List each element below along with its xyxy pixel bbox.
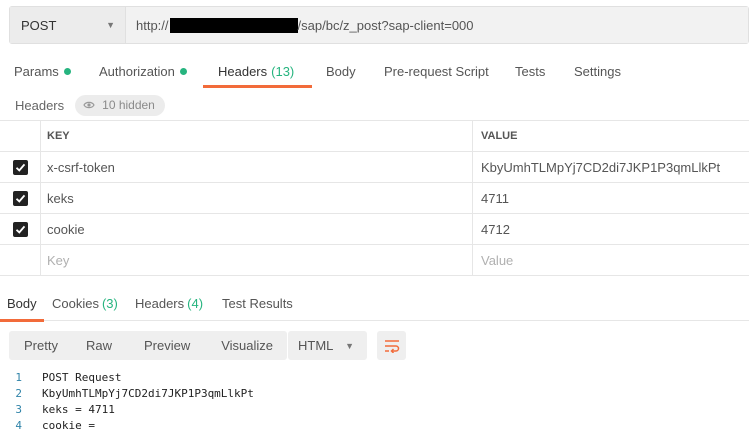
url-prefix: http:// [136, 17, 169, 33]
row-checkbox-cell [0, 245, 41, 275]
line-number: 3 [15, 403, 22, 416]
hidden-headers-toggle[interactable]: 10 hidden [75, 94, 165, 116]
tab-pre-request-script-label: Pre-request Script [384, 64, 489, 79]
value-column-header: VALUE [481, 130, 518, 142]
line-number: 2 [15, 387, 22, 400]
request-url-bar: POST ▼ http:// /sap/bc/z_post?sap-client=… [9, 6, 749, 44]
tab-params[interactable]: Params [14, 58, 71, 88]
row-checkbox-cell [0, 214, 41, 244]
status-dot-icon [179, 68, 187, 75]
response-tab-body[interactable]: Body [0, 291, 44, 322]
tab-pre-request-script[interactable]: Pre-request Script [384, 58, 489, 88]
table-row: keks 4711 [0, 183, 749, 214]
row-checkbox-cell [0, 183, 41, 213]
checkmark-icon [15, 225, 25, 234]
tab-headers-count: (13) [271, 64, 295, 79]
chevron-down-icon: ▼ [106, 20, 115, 30]
raw-button[interactable]: Raw [73, 331, 126, 360]
line-text: POST Request [42, 371, 122, 384]
method-select[interactable]: POST ▼ [10, 7, 126, 43]
row-checkbox-cell [0, 152, 41, 182]
key-column-header: KEY [41, 121, 473, 151]
new-value-input[interactable]: Value [473, 245, 749, 275]
tab-params-label: Params [14, 64, 59, 79]
response-tab-headers-count: (4) [187, 296, 204, 311]
checkmark-icon [15, 194, 25, 203]
hidden-count-label: 10 hidden [102, 98, 155, 112]
headers-table: KEY VALUE x-csrf-token KbyUmhTLMpYj7CD2d… [0, 120, 749, 276]
table-header-row: KEY VALUE [0, 121, 749, 152]
url-input[interactable]: http:// /sap/bc/z_post?sap-client=000 [126, 7, 748, 43]
response-tab-test-results-label: Test Results [222, 296, 293, 311]
pretty-button[interactable]: Pretty [9, 331, 73, 360]
header-value-cell[interactable]: KbyUmhTLMpYj7CD2di7JKP1P3qmLlkPt [473, 152, 749, 182]
response-tab-headers[interactable]: Headers (4) [135, 291, 203, 321]
wrap-lines-button[interactable] [377, 331, 406, 360]
checkmark-icon [15, 163, 25, 172]
table-row: cookie 4712 [0, 214, 749, 245]
tab-body[interactable]: Body [326, 58, 356, 88]
new-header-row: Key Value [0, 245, 749, 276]
code-line: 3 keks = 4711 [0, 402, 749, 418]
line-text: KbyUmhTLMpYj7CD2di7JKP1P3qmLlkPt [42, 387, 254, 400]
header-value-cell[interactable]: 4712 [473, 214, 749, 244]
code-line: 2 KbyUmhTLMpYj7CD2di7JKP1P3qmLlkPt [0, 386, 749, 402]
status-dot-icon [63, 68, 71, 75]
tab-headers[interactable]: Headers (13) [202, 58, 313, 88]
line-text: keks = 4711 [42, 403, 115, 416]
method-label: POST [21, 17, 57, 33]
headers-subheader: Headers 10 hidden [15, 94, 165, 116]
format-toolbar: Pretty Raw Preview Visualize [9, 331, 288, 360]
preview-button[interactable]: Preview [126, 331, 203, 360]
response-tab-headers-label: Headers [135, 296, 185, 311]
tab-tests[interactable]: Tests [515, 58, 545, 88]
headers-title: Headers [15, 97, 65, 113]
tab-settings[interactable]: Settings [574, 58, 621, 88]
chevron-down-icon: ▼ [345, 340, 354, 351]
row-checkbox[interactable] [12, 190, 28, 206]
line-text: cookie = [42, 419, 95, 432]
code-line: 4 cookie = [0, 418, 749, 434]
tab-body-label: Body [326, 64, 356, 79]
wrap-lines-icon [384, 339, 399, 353]
response-tab-test-results[interactable]: Test Results [222, 291, 293, 321]
tab-authorization-label: Authorization [99, 64, 175, 79]
response-tab-cookies[interactable]: Cookies (3) [52, 291, 118, 321]
line-number: 1 [15, 371, 22, 384]
redacted-host [169, 17, 298, 33]
tab-tests-label: Tests [515, 64, 546, 79]
response-tab-cookies-label: Cookies [52, 296, 99, 311]
header-key-cell[interactable]: cookie [41, 214, 473, 244]
tab-headers-label: Headers [218, 64, 268, 79]
eye-icon [83, 101, 95, 109]
visualize-button[interactable]: Visualize [203, 331, 287, 360]
row-checkbox[interactable] [12, 221, 28, 237]
response-tabs: Body Cookies (3) Headers (4) Test Results [0, 291, 749, 322]
language-select[interactable]: HTML ▼ [288, 331, 367, 360]
url-suffix: /sap/bc/z_post?sap-client=000 [297, 17, 474, 33]
language-label: HTML [298, 338, 334, 353]
code-line: 1 POST Request [0, 370, 749, 386]
response-body-viewer[interactable]: 1 POST Request 2 KbyUmhTLMpYj7CD2di7JKP1… [0, 370, 749, 434]
request-tabs: Params Authorization Headers (13) Body Pr… [0, 58, 749, 88]
new-key-input[interactable]: Key [41, 245, 473, 275]
response-tab-body-label: Body [7, 296, 37, 311]
response-tab-cookies-count: (3) [101, 296, 118, 311]
tab-authorization[interactable]: Authorization [99, 58, 187, 88]
header-checkbox-column [0, 121, 41, 151]
line-number: 4 [15, 419, 22, 432]
header-value-cell[interactable]: 4711 [473, 183, 749, 213]
row-checkbox[interactable] [12, 159, 28, 175]
header-key-cell[interactable]: keks [41, 183, 473, 213]
table-row: x-csrf-token KbyUmhTLMpYj7CD2di7JKP1P3qm… [0, 152, 749, 183]
tab-settings-label: Settings [574, 64, 621, 79]
header-key-cell[interactable]: x-csrf-token [41, 152, 473, 182]
